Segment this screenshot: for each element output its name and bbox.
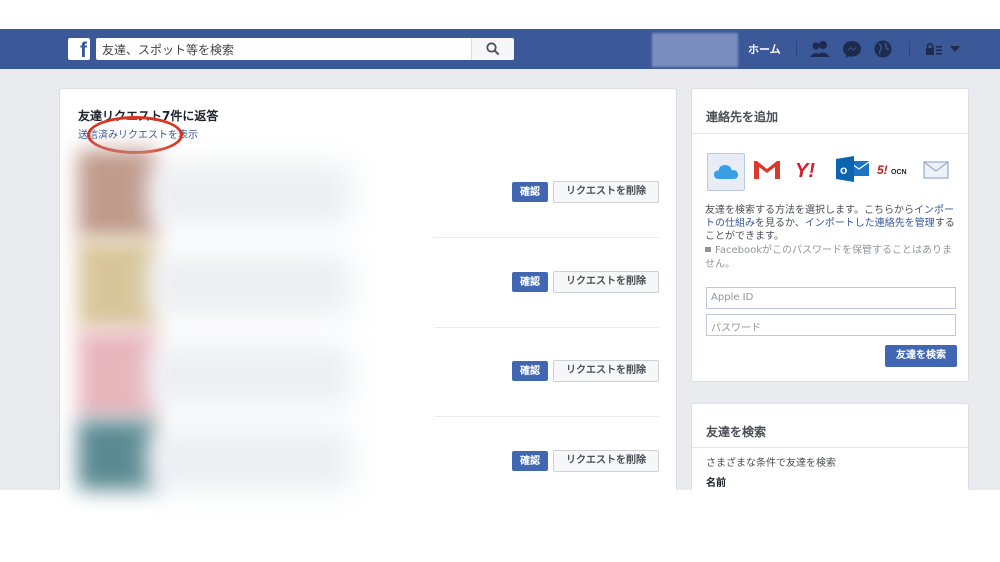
request-avatar[interactable] bbox=[78, 330, 156, 418]
password-note: Facebookがこのパスワードを保管することはありません。 bbox=[705, 245, 952, 270]
nav-divider bbox=[909, 41, 910, 57]
find-friends-card: 友達を検索 さまざまな条件で友達を検索 名前 bbox=[691, 403, 969, 490]
row-divider bbox=[434, 416, 659, 417]
dropdown-arrow-icon[interactable] bbox=[948, 40, 962, 58]
mail-icon[interactable] bbox=[922, 152, 950, 186]
card-divider bbox=[692, 447, 968, 448]
request-avatar[interactable] bbox=[78, 240, 156, 328]
privacy-lock-icon[interactable] bbox=[925, 40, 943, 58]
facebook-logo-icon[interactable]: f bbox=[68, 38, 90, 60]
confirm-button[interactable]: 確認 bbox=[512, 451, 548, 471]
ocn-icon[interactable]: 5! OCN bbox=[877, 152, 913, 186]
find-friends-title: 友達を検索 bbox=[706, 425, 767, 439]
request-name-blurred[interactable] bbox=[150, 430, 350, 490]
find-friends-description: さまざまな条件で友達を検索 bbox=[706, 458, 836, 469]
messenger-icon[interactable] bbox=[842, 40, 862, 58]
svg-text:5!: 5! bbox=[877, 163, 888, 177]
name-label: 名前 bbox=[706, 478, 726, 489]
gmail-icon[interactable] bbox=[751, 152, 783, 186]
search-input[interactable]: 友達、スポット等を検索 bbox=[96, 38, 514, 60]
find-friends-button[interactable]: 友達を検索 bbox=[885, 345, 957, 367]
nav-divider bbox=[796, 41, 797, 57]
apple-id-input[interactable]: Apple ID bbox=[706, 287, 956, 309]
confirm-button[interactable]: 確認 bbox=[512, 272, 548, 292]
request-avatar[interactable] bbox=[78, 150, 156, 238]
search-button[interactable] bbox=[471, 38, 514, 60]
svg-text:Y!: Y! bbox=[795, 160, 815, 182]
svg-text:OCN: OCN bbox=[891, 169, 907, 176]
request-name-blurred[interactable] bbox=[150, 345, 350, 405]
delete-request-button[interactable]: リクエストを削除 bbox=[553, 360, 659, 382]
search-placeholder: 友達、スポット等を検索 bbox=[102, 43, 235, 57]
row-divider bbox=[434, 327, 659, 328]
annotation-circle bbox=[87, 116, 183, 154]
svg-text:o: o bbox=[840, 163, 847, 177]
card-divider bbox=[692, 133, 968, 134]
request-avatar[interactable] bbox=[78, 420, 156, 490]
password-input[interactable]: パスワード bbox=[706, 314, 956, 336]
outlook-icon[interactable]: o bbox=[835, 152, 871, 186]
confirm-button[interactable]: 確認 bbox=[512, 361, 548, 381]
home-link[interactable]: ホーム bbox=[748, 41, 781, 57]
friends-icon[interactable] bbox=[808, 40, 832, 58]
delete-request-button[interactable]: リクエストを削除 bbox=[553, 181, 659, 203]
manage-imported-contacts-link[interactable]: インポートした連絡先を管理 bbox=[805, 218, 935, 229]
delete-request-button[interactable]: リクエストを削除 bbox=[553, 271, 659, 293]
delete-request-button[interactable]: リクエストを削除 bbox=[553, 450, 659, 472]
add-contacts-title: 連絡先を追加 bbox=[706, 110, 779, 124]
request-name-blurred[interactable] bbox=[150, 165, 350, 225]
import-description: 友達を検索する方法を選択します。こちらからインポートの仕組みを見るか、インポート… bbox=[705, 205, 955, 242]
profile-link-blurred[interactable] bbox=[652, 33, 738, 67]
confirm-button[interactable]: 確認 bbox=[512, 182, 548, 202]
icloud-icon bbox=[714, 165, 738, 179]
row-divider bbox=[434, 237, 659, 238]
icloud-option[interactable] bbox=[707, 153, 745, 191]
request-name-blurred[interactable] bbox=[150, 255, 350, 315]
search-icon bbox=[486, 42, 500, 56]
yahoo-icon[interactable]: Y! bbox=[794, 152, 828, 186]
globe-icon[interactable] bbox=[873, 40, 893, 58]
small-lock-icon bbox=[705, 247, 711, 252]
